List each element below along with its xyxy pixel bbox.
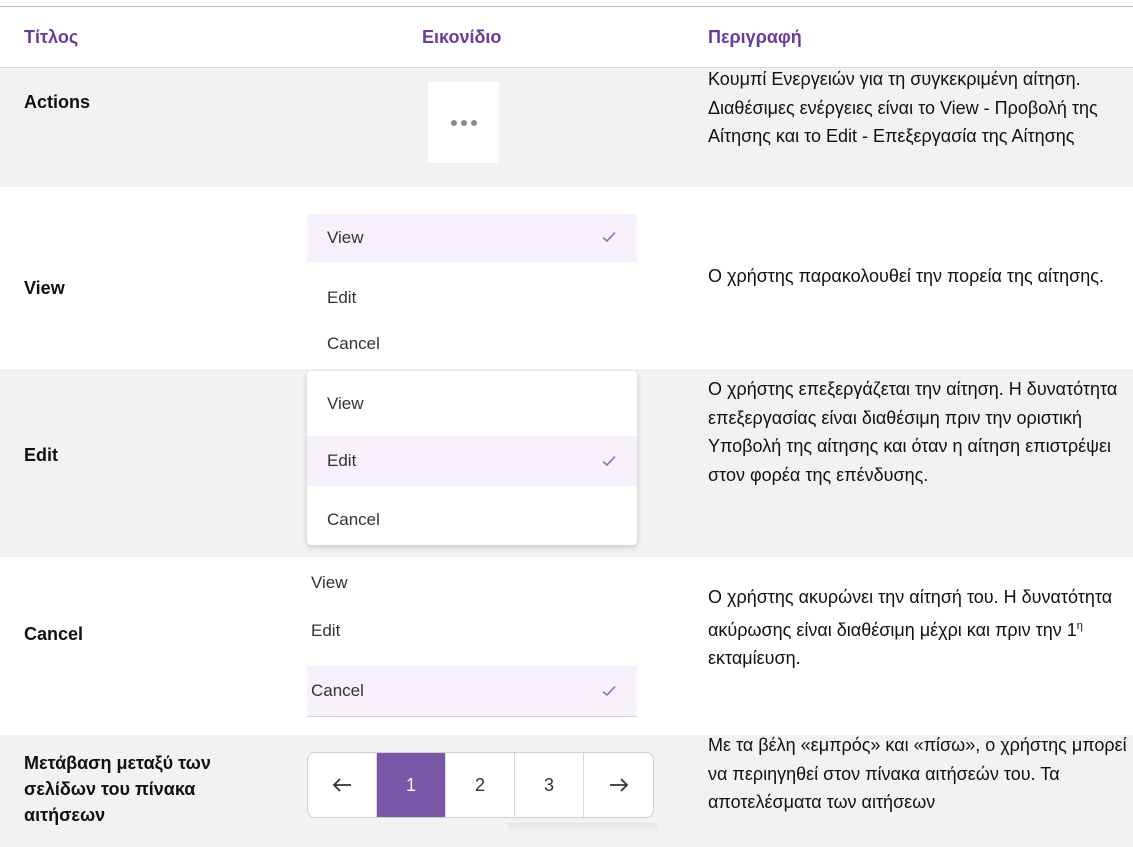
menu-item-label: Cancel bbox=[327, 510, 380, 529]
arrow-right-icon[interactable] bbox=[584, 753, 653, 817]
page-button-2[interactable]: 2 bbox=[446, 753, 515, 817]
row-desc-pagination: Με τα βέλη «εμπρός» και «πίσω», ο χρήστη… bbox=[708, 735, 1127, 812]
menu-item-label: Cancel bbox=[311, 681, 364, 700]
menu-item-label: View bbox=[311, 573, 348, 592]
check-icon bbox=[602, 455, 616, 467]
row-title-cancel: Cancel bbox=[24, 624, 84, 644]
menu-item-cancel[interactable]: Cancel bbox=[307, 501, 637, 539]
row-title-view: View bbox=[24, 278, 65, 298]
pagination: 1 2 3 bbox=[307, 752, 654, 818]
row-desc-edit: Ο χρήστης επεξεργάζεται την αίτηση. Η δυ… bbox=[708, 379, 1118, 485]
header-icon: Εικονίδιο bbox=[422, 27, 502, 47]
row-desc-cancel: Ο χρήστης ακυρώνει την αίτησή του. Η δυν… bbox=[708, 583, 1128, 673]
row-desc-view: Ο χρήστης παρακολουθεί την πορεία της αί… bbox=[708, 266, 1104, 286]
menu-item-view[interactable]: View bbox=[307, 564, 637, 602]
menu-item-label: Edit bbox=[311, 621, 341, 640]
row-desc-actions: Κουμπί Ενεργειών για τη συγκεκριμένη αίτ… bbox=[708, 69, 1098, 146]
row-title-actions: Actions bbox=[24, 92, 91, 112]
menu-item-view[interactable]: View bbox=[307, 214, 637, 262]
menu-item-label: View bbox=[327, 228, 364, 247]
page-button-3[interactable]: 3 bbox=[515, 753, 584, 817]
actions-menu-cancel: View Edit Cancel bbox=[307, 562, 637, 720]
pager-shadow bbox=[508, 823, 658, 833]
actions-menu-edit: View Edit Cancel bbox=[307, 371, 637, 545]
menu-item-label: Edit bbox=[327, 288, 357, 307]
menu-item-edit[interactable]: Edit bbox=[307, 436, 637, 486]
actions-menu-view: View Edit Cancel bbox=[307, 205, 637, 365]
check-icon bbox=[602, 685, 616, 697]
row-title-pagination: Μετάβαση μεταξύ των σελίδων του πίνακα α… bbox=[24, 753, 211, 825]
more-horizontal-icon[interactable] bbox=[428, 82, 499, 163]
menu-item-cancel[interactable]: Cancel bbox=[307, 666, 637, 717]
table-header: Τίτλος Εικονίδιο Περιγραφή bbox=[0, 7, 1133, 68]
header-description: Περιγραφή bbox=[708, 27, 802, 47]
document-page: Τίτλος Εικονίδιο Περιγραφή Actions Κουμπ… bbox=[0, 0, 1133, 847]
arrow-left-icon[interactable] bbox=[308, 753, 377, 817]
desc-superscript: η bbox=[1076, 619, 1083, 632]
menu-item-label: View bbox=[327, 394, 364, 413]
menu-item-cancel[interactable]: Cancel bbox=[307, 325, 637, 363]
menu-item-edit[interactable]: Edit bbox=[307, 612, 637, 650]
page-button-1[interactable]: 1 bbox=[377, 753, 446, 817]
table-row: Actions Κουμπί Ενεργειών για τη συγκεκρι… bbox=[0, 68, 1133, 187]
row-title-edit: Edit bbox=[24, 445, 58, 465]
menu-item-label: Edit bbox=[327, 451, 357, 470]
menu-item-edit[interactable]: Edit bbox=[307, 279, 637, 317]
check-icon bbox=[602, 231, 616, 243]
menu-item-label: Cancel bbox=[327, 334, 380, 353]
menu-item-view[interactable]: View bbox=[307, 385, 637, 423]
desc-text: Ο χρήστης ακυρώνει την αίτησή του. Η δυν… bbox=[708, 587, 1113, 640]
header-title: Τίτλος bbox=[24, 27, 79, 47]
desc-text-end: εκταμίευση. bbox=[708, 648, 801, 668]
